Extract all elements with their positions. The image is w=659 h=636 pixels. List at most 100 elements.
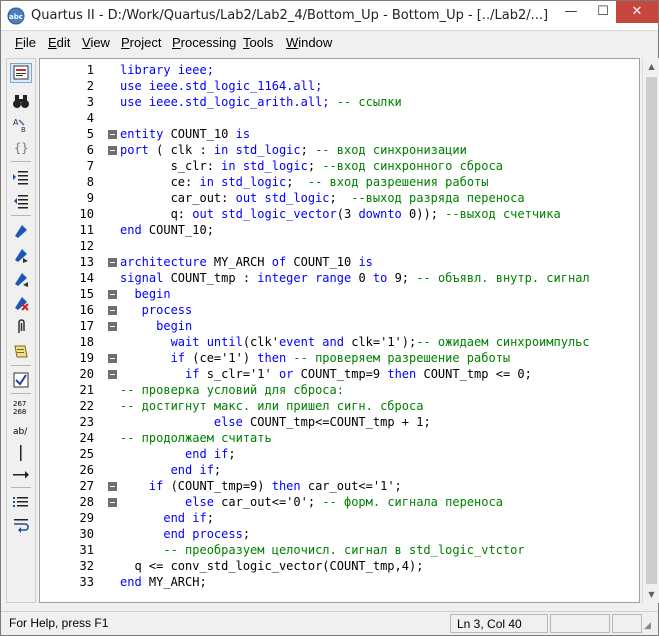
status-help-text: For Help, press F1 [9,616,109,630]
code-line[interactable]: 7 s_clr: in std_logic; --вход синхронног… [40,158,639,174]
menu-edit[interactable]: Edit [48,35,70,50]
minimize-button[interactable]: — [555,1,587,23]
code-line[interactable]: 19 if (ce='1') then -- проверяем разреше… [40,350,639,366]
code-line[interactable]: 13 architecture MY_ARCH of COUNT_10 is [40,254,639,270]
editor-toolbar: AB {} 267 268 ab/ [6,58,36,603]
find-replace-icon[interactable]: AB [10,115,32,135]
code-line[interactable]: 20 if s_clr='1' or COUNT_tmp=9 then COUN… [40,366,639,382]
code-line[interactable]: 28 else car_out<='0'; -- форм. сигнала п… [40,494,639,510]
scroll-thumb[interactable] [646,77,657,584]
code-text: wait until(clk'event and clk='1');-- ожи… [120,334,590,350]
size-grip-icon[interactable]: ◢ [644,620,656,632]
code-text: library ieee; [120,62,214,78]
close-button[interactable]: ✕ [616,1,658,23]
bookmark-clear-icon[interactable] [10,293,32,313]
code-line[interactable]: 26 end if; [40,462,639,478]
code-line[interactable]: 24 -- продолжаем считать [40,430,639,446]
code-line[interactable]: 3 use ieee.std_logic_arith.all; -- ссылки [40,94,639,110]
scroll-up-icon[interactable]: ▲ [643,58,659,75]
fold-toggle-icon[interactable] [108,370,117,379]
code-line[interactable]: 4 [40,110,639,126]
menu-processing[interactable]: Processing [172,35,236,50]
code-line[interactable]: 9 car_out: out std_logic; --выход разряд… [40,190,639,206]
line-number: 20 [79,367,94,381]
indent-icon[interactable] [10,167,32,187]
list-icon[interactable] [10,493,32,513]
code-line[interactable]: 31 -- преобразуем целочисл. сигнал в std… [40,542,639,558]
code-line[interactable]: 29 end if; [40,510,639,526]
keyword-token: downto [358,207,410,221]
keyword-token: end process [120,527,243,541]
code-line[interactable]: 16 process [40,302,639,318]
binoculars-icon[interactable] [10,91,32,111]
maximize-button[interactable]: ☐ [587,1,619,23]
code-line[interactable]: 15 begin [40,286,639,302]
paperclip-icon[interactable] [10,317,32,337]
fold-toggle-icon[interactable] [108,482,117,491]
template-icon[interactable] [10,341,32,361]
fold-toggle-icon[interactable] [108,290,117,299]
code-line[interactable]: 8 ce: in std_logic; -- вход разрешения р… [40,174,639,190]
code-text: begin [120,318,192,334]
line-number: 26 [79,463,94,477]
code-token: ; [206,511,214,525]
wrap-icon[interactable] [10,515,32,535]
document-icon[interactable] [10,63,32,83]
code-line[interactable]: 1 library ieee; [40,62,639,78]
arrow-right-icon[interactable] [10,465,32,485]
fold-toggle-icon[interactable] [108,498,117,507]
keyword-token: end if [120,511,207,525]
code-line[interactable]: 18 wait until(clk'event and clk='1');-- … [40,334,639,350]
code-line[interactable]: 11 end COUNT_10; [40,222,639,238]
scroll-down-icon[interactable]: ▼ [643,586,659,603]
code-line[interactable]: 25 end if; [40,446,639,462]
code-line[interactable]: 32 q <= conv_std_logic_vector(COUNT_tmp,… [40,558,639,574]
code-token: 0)); [409,207,446,221]
bookmark-prev-icon[interactable] [10,269,32,289]
code-line[interactable]: 22 -- достигнут макс. или пришел сигн. сб… [40,398,639,414]
menu-file[interactable]: File [15,35,36,50]
horizontal-scrollbar[interactable] [39,603,642,610]
fold-toggle-icon[interactable] [108,322,117,331]
keyword-token: else [120,415,251,429]
line-number: 27 [79,479,94,493]
vertical-bar-icon[interactable] [10,443,32,463]
vertical-scrollbar[interactable]: ▲ ▼ [642,58,659,603]
line-numbers-icon[interactable]: 267 268 [10,397,32,417]
keyword-token: process [120,303,193,317]
code-line[interactable]: 2 use ieee.std_logic_1164.all; [40,78,639,94]
code-line[interactable]: 6 port ( clk : in std_logic; -- вход синх… [40,142,639,158]
code-line[interactable]: 23 else COUNT_tmp<=COUNT_tmp + 1; [40,414,639,430]
code-line[interactable]: 30 end process; [40,526,639,542]
code-line[interactable]: 12 [40,238,639,254]
bookmark-toggle-icon[interactable] [10,221,32,241]
code-line[interactable]: 17 begin [40,318,639,334]
fold-toggle-icon[interactable] [108,146,117,155]
menu-view[interactable]: View [82,35,110,50]
fold-toggle-icon[interactable] [108,130,117,139]
code-token: (COUNT_tmp=9) [170,479,272,493]
menu-tools[interactable]: Tools [243,35,273,50]
braces-icon[interactable]: {} [10,137,32,157]
check-icon[interactable] [10,370,32,390]
line-number: 33 [79,575,94,589]
code-text: if s_clr='1' or COUNT_tmp=9 then COUNT_t… [120,366,532,382]
code-line[interactable]: 27 if (COUNT_tmp=9) then car_out<='1'; [40,478,639,494]
fold-toggle-icon[interactable] [108,354,117,363]
code-line[interactable]: 21 -- проверка условий для сброса: [40,382,639,398]
title-bar[interactable]: abc Quartus II - D:/Work/Quartus/Lab2/La… [1,1,658,31]
menu-project[interactable]: Project [121,35,161,50]
unindent-icon[interactable] [10,191,32,211]
fold-toggle-icon[interactable] [108,258,117,267]
spell-icon[interactable]: ab/ [10,421,32,441]
menu-view-rest: iew [90,35,110,50]
code-line[interactable]: 5 entity COUNT_10 is [40,126,639,142]
bookmark-next-icon[interactable] [10,245,32,265]
menu-window[interactable]: Window [286,35,332,50]
fold-toggle-icon[interactable] [108,306,117,315]
code-line[interactable]: 33 end MY_ARCH; [40,574,639,590]
code-line[interactable]: 10 q: out std_logic_vector(3 downto 0));… [40,206,639,222]
code-line[interactable]: 14 signal COUNT_tmp : integer range 0 to … [40,270,639,286]
code-editor[interactable]: 1 library ieee; 2 use ieee.std_logic_1164.a… [39,58,640,603]
quartus-app-icon[interactable]: abc [7,7,25,25]
